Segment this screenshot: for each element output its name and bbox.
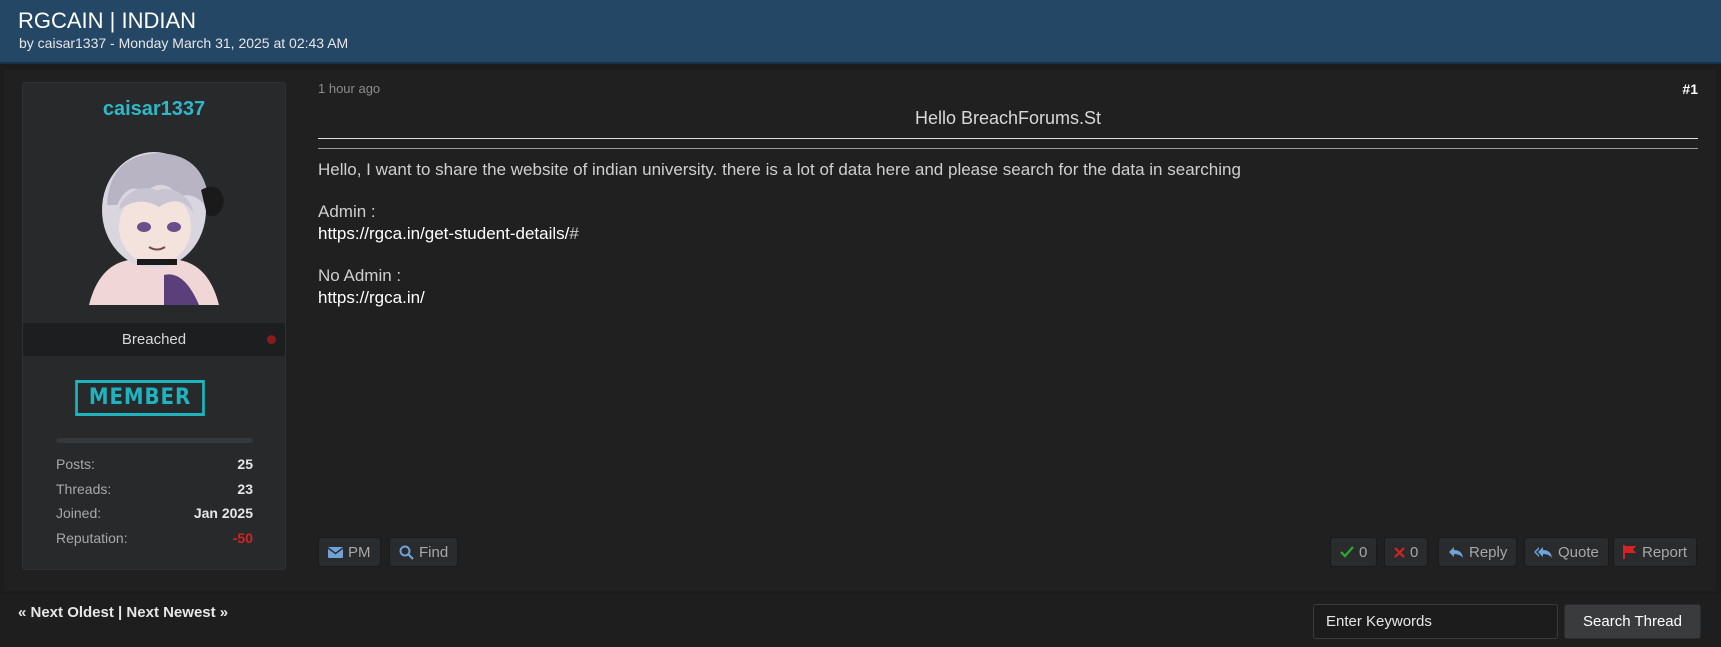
- stat-joined: Joined: Jan 2025: [56, 505, 253, 530]
- user-stats: Posts: 25 Threads: 23 Joined: Jan 2025 R…: [56, 456, 253, 554]
- report-label: Report: [1642, 544, 1688, 561]
- quote-icon: [1534, 546, 1552, 558]
- search-thread-button[interactable]: Search Thread: [1564, 604, 1701, 639]
- x-icon: [1394, 546, 1405, 558]
- thread-title: RGCAIN | INDIAN: [18, 8, 197, 33]
- reply-icon: [1449, 546, 1463, 558]
- dislike-button[interactable]: 0: [1384, 537, 1429, 567]
- thread-header: RGCAIN | INDIAN by caisar1337 - Monday M…: [0, 0, 1721, 64]
- nav-separator: |: [118, 604, 123, 621]
- find-label: Find: [419, 544, 449, 561]
- avatar[interactable]: [69, 135, 239, 305]
- envelope-icon: [327, 546, 344, 558]
- stat-posts: Posts: 25: [56, 456, 253, 481]
- find-button[interactable]: Find: [389, 537, 459, 567]
- stat-value: 23: [237, 480, 253, 497]
- divider: [318, 148, 1698, 149]
- reply-button[interactable]: Reply: [1438, 537, 1518, 567]
- check-icon: [1340, 546, 1354, 558]
- pm-label: PM: [348, 544, 371, 561]
- stat-label: Reputation:: [56, 529, 128, 546]
- post-message: Hello, I want to share the website of in…: [318, 160, 1241, 179]
- next-newest-link[interactable]: Next Newest »: [126, 604, 228, 621]
- offline-status-indicator: [267, 335, 276, 344]
- quote-button[interactable]: Quote: [1524, 537, 1609, 567]
- dislike-count: 0: [1410, 544, 1419, 561]
- like-button[interactable]: 0: [1330, 537, 1378, 567]
- next-oldest-link[interactable]: « Next Oldest: [18, 604, 114, 621]
- noadmin-label: No Admin :: [318, 266, 402, 285]
- stat-label: Posts:: [56, 456, 95, 472]
- author-username[interactable]: caisar1337: [23, 98, 285, 121]
- noadmin-link[interactable]: https://rgca.in/: [318, 288, 425, 307]
- search-thread-input[interactable]: [1313, 604, 1558, 639]
- stat-threads: Threads: 23: [56, 481, 253, 506]
- usertitle: Breached: [121, 331, 187, 348]
- reputation-value[interactable]: -50: [233, 530, 253, 546]
- stat-value: Jan 2025: [193, 505, 253, 521]
- reply-label: Reply: [1469, 544, 1508, 561]
- pm-button[interactable]: PM: [318, 537, 381, 567]
- thread-navigation: « Next Oldest | Next Newest »: [18, 604, 228, 621]
- search-icon: [399, 545, 414, 560]
- member-badge: MEMBER: [75, 380, 205, 416]
- divider: [318, 138, 1698, 139]
- report-button[interactable]: Report: [1613, 537, 1698, 567]
- like-count: 0: [1359, 544, 1368, 561]
- usertitle-bar: Breached: [23, 323, 285, 356]
- thread-byline: by caisar1337 - Monday March 31, 2025 at…: [19, 35, 349, 51]
- admin-link-hash: #: [569, 224, 579, 243]
- admin-link-line: https://rgca.in/get-student-details/#: [318, 224, 579, 244]
- stat-label: Threads:: [56, 480, 112, 497]
- stat-value: 25: [237, 456, 253, 472]
- user-progress-bar: [56, 438, 253, 443]
- post-number-link[interactable]: #1: [1682, 81, 1698, 97]
- post-heading: Hello BreachForums.St: [914, 108, 1102, 128]
- admin-label: Admin :: [318, 202, 376, 221]
- stat-reputation: Reputation: -50: [56, 530, 253, 555]
- admin-link[interactable]: https://rgca.in/get-student-details/: [318, 224, 569, 243]
- stat-label: Joined:: [56, 505, 102, 521]
- noadmin-link-line: https://rgca.in/: [318, 288, 425, 308]
- user-panel: caisar1337 Breached MEMBER Posts: 25 Thr…: [22, 82, 286, 570]
- flag-icon: [1623, 545, 1636, 560]
- post-time: 1 hour ago: [318, 81, 381, 96]
- quote-label: Quote: [1558, 544, 1599, 561]
